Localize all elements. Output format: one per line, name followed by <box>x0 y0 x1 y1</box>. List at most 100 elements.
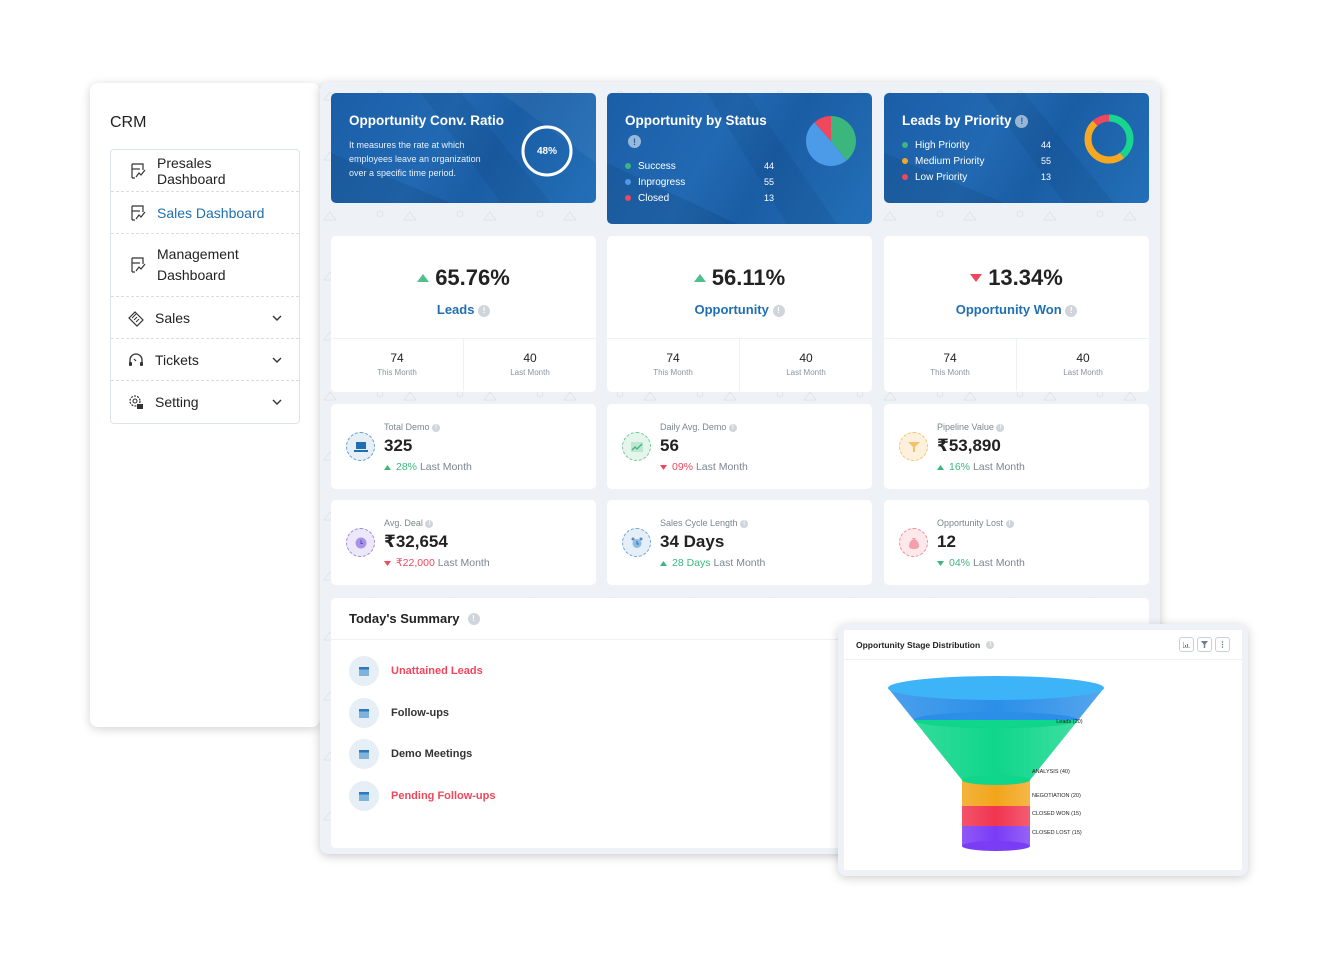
chart-board-icon <box>131 257 146 273</box>
stat-value: 56 <box>660 436 679 455</box>
summary-item-pending-follow-ups[interactable]: Pending Follow-ups <box>349 781 496 811</box>
info-icon[interactable]: ! <box>740 519 749 528</box>
info-icon[interactable]: ! <box>1065 304 1078 317</box>
info-icon[interactable]: ! <box>728 423 737 432</box>
more-options-button[interactable] <box>1215 637 1230 652</box>
laptop-icon <box>346 432 375 461</box>
legend-dot <box>625 195 631 201</box>
kpi-label-row: Leads ! <box>331 302 596 317</box>
sidebar-item-management-dashboard[interactable]: Management Dashboard <box>111 234 299 297</box>
progress-ring-label: 48% <box>536 145 557 157</box>
info-icon[interactable]: ! <box>1005 519 1014 528</box>
summary-item-demo-meetings[interactable]: Demo Meetings <box>349 739 472 769</box>
chart-type-button[interactable] <box>1179 637 1194 652</box>
info-icon[interactable]: ! <box>628 135 641 148</box>
sidebar-item-label: Setting <box>155 394 199 410</box>
stat-card-daily-avg-demo: Daily Avg. Demo ! 56 09% Last Month <box>607 404 872 489</box>
info-icon[interactable]: ! <box>986 640 995 649</box>
this-month-label: This Month <box>653 368 693 377</box>
stat-change-row: ₹22,000 Last Month <box>384 557 490 569</box>
trend-down-icon <box>937 560 944 566</box>
status-pie-chart <box>806 116 856 167</box>
summary-item-label: Follow-ups <box>391 707 450 719</box>
kpi-label: Opportunity Won <box>955 302 1062 317</box>
legend-dot <box>902 158 908 164</box>
stat-title: Sales Cycle Length <box>660 518 738 528</box>
clock-icon <box>346 528 375 557</box>
priority-donut-chart <box>1084 114 1134 164</box>
info-icon[interactable]: ! <box>432 423 441 432</box>
legend-label: Medium Priority <box>915 155 985 167</box>
legend-label: Closed <box>638 192 670 204</box>
bar-chart-icon <box>1183 641 1190 648</box>
chevron-down-icon[interactable] <box>271 354 283 366</box>
status-legend: Success 44 Inprogress 55 Closed 13 <box>625 158 774 206</box>
filter-button[interactable] <box>1197 637 1212 652</box>
trend-down-icon <box>384 560 391 566</box>
summary-item-unattained-leads[interactable]: Unattained Leads <box>349 656 483 686</box>
trend-up-icon <box>693 274 706 282</box>
card-title: Opportunity Conv. Ratio <box>349 113 504 128</box>
stat-value: ₹32,654 <box>384 532 448 551</box>
stat-title: Opportunity Lost <box>937 518 1004 528</box>
summary-item-follow-ups[interactable]: Follow-ups <box>349 698 449 728</box>
stat-change: 28 Days <box>672 557 711 569</box>
kpi-card-leads: 65.76% Leads ! 74 This Month 40 Last Month <box>331 236 596 392</box>
legend-value: 13 <box>1041 172 1052 182</box>
info-icon[interactable]: ! <box>425 519 434 528</box>
stat-title-row: Pipeline Value ! <box>937 422 1005 432</box>
stat-title: Daily Avg. Demo <box>660 422 727 432</box>
chart-board-icon <box>131 204 146 221</box>
info-icon[interactable]: ! <box>478 304 491 317</box>
sidebar-item-label: Presales Dashboard <box>157 154 226 187</box>
trend-up-icon <box>384 464 391 470</box>
stat-title-row: Sales Cycle Length ! <box>660 518 749 528</box>
sidebar-item-presales-dashboard[interactable]: Presales Dashboard <box>111 150 299 192</box>
funnel-label-closed-lost: CLOSED LOST (15) <box>1032 830 1082 836</box>
priority-card: Leads by Priority ! High Priority 44 Medi… <box>884 93 1149 203</box>
kpi-value-row: 13.34% <box>884 265 1149 291</box>
chevron-down-icon[interactable] <box>271 312 283 324</box>
card-title: Leads by Priority ! <box>902 113 1029 128</box>
stat-card-avg-deal: Avg. Deal ! ₹32,654 ₹22,000 Last Month <box>331 500 596 585</box>
stat-card-pipeline-value: Pipeline Value ! ₹53,890 16% Last Month <box>884 404 1149 489</box>
kpi-value: 13.34% <box>988 265 1063 290</box>
trend-up-icon <box>937 464 944 470</box>
stat-change: 04% <box>949 557 971 569</box>
alarm-clock-icon <box>622 528 651 557</box>
legend-row-success: Success 44 <box>625 158 774 174</box>
sidebar-item-tickets[interactable]: Tickets <box>111 339 299 381</box>
stat-change-row: 28% Last Month <box>384 461 472 473</box>
stat-change-row: 16% Last Month <box>937 461 1025 473</box>
trend-up-icon <box>417 274 430 282</box>
stat-change: 09% <box>672 461 694 473</box>
conv-ratio-card: Opportunity Conv. Ratio It measures the … <box>331 93 596 203</box>
info-icon[interactable]: ! <box>996 423 1005 432</box>
legend-label: Low Priority <box>915 171 968 183</box>
legend-row-closed: Closed 13 <box>625 190 774 206</box>
chevron-down-icon[interactable] <box>271 396 283 408</box>
stat-change: 16% <box>949 461 971 473</box>
legend-dot <box>625 163 631 169</box>
sidebar-item-sales-dashboard[interactable]: Sales Dashboard <box>111 192 299 234</box>
handshake-icon <box>128 310 144 327</box>
stat-value: 34 Days <box>660 532 725 551</box>
info-icon[interactable]: ! <box>467 612 480 625</box>
sidebar-item-label: Management Dashboard <box>157 246 239 283</box>
info-icon[interactable]: ! <box>772 304 785 317</box>
summary-item-label: Unattained Leads <box>391 665 483 677</box>
stat-title: Pipeline Value <box>937 422 994 432</box>
stat-change-suffix: Last Month <box>972 461 1025 473</box>
sidebar-item-setting[interactable]: Setting <box>111 381 299 423</box>
stat-change: 28% <box>396 461 418 473</box>
info-icon[interactable]: ! <box>1015 114 1029 128</box>
funnel-toolbar <box>1179 637 1230 652</box>
stat-value: 325 <box>384 436 413 455</box>
funnel-bottom <box>962 841 1030 851</box>
sidebar-item-sales[interactable]: Sales <box>111 297 299 339</box>
stat-title-row: Total Demo ! <box>384 422 441 432</box>
funnel-icon <box>899 432 928 461</box>
funnel-label-analysis: ANALYSIS (40) <box>1032 769 1070 775</box>
last-month-label: Last Month <box>1063 368 1103 377</box>
filter-icon <box>1201 641 1208 648</box>
